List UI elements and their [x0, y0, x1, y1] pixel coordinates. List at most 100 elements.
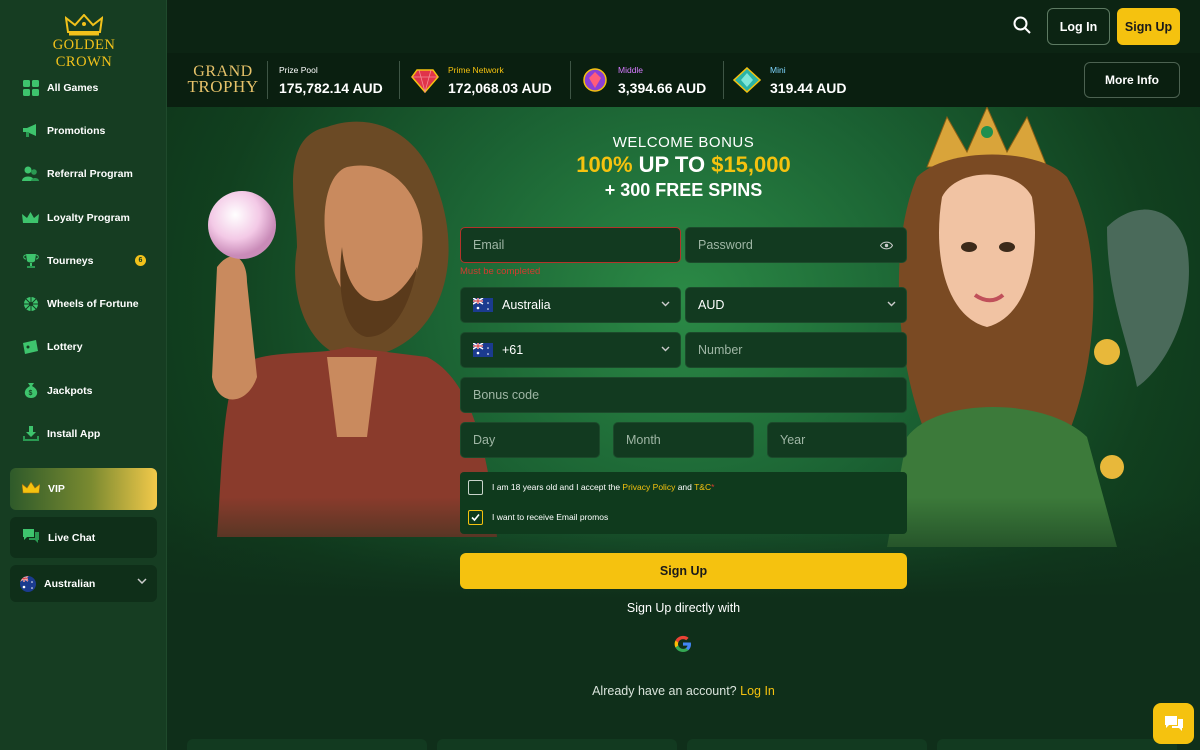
password-field[interactable]: Password [685, 227, 907, 263]
sidebar-item-label: Jackpots [47, 384, 93, 397]
sidebar-item-loyalty-program[interactable]: Loyalty Program [0, 196, 167, 239]
sidebar-item-jackpots[interactable]: $ Jackpots [0, 369, 167, 412]
chevron-down-icon [661, 346, 670, 352]
consent-box: I am 18 years old and I accept the Priva… [460, 472, 907, 534]
purple-gem-icon [583, 68, 607, 92]
jackpot-title: Prize Pool [279, 65, 318, 75]
jackpot-title: Prime Network [448, 65, 504, 75]
month-placeholder: Month [626, 433, 661, 447]
australia-flag-icon [473, 343, 493, 357]
birth-year-field[interactable]: Year [767, 422, 907, 458]
chat-icon [1164, 715, 1183, 731]
chevron-down-icon [887, 301, 896, 307]
sidebar-item-tourneys[interactable]: Tourneys 6 [0, 239, 167, 282]
tc-link[interactable]: T&C [694, 482, 711, 492]
welcome-bonus-amount: 100% UP TO $15,000 [167, 152, 1200, 178]
live-chat-button[interactable]: Live Chat [10, 517, 157, 558]
teal-gem-icon [733, 67, 761, 93]
phone-code-value: +61 [502, 343, 524, 357]
terms-prefix: I am 18 years old and I accept the [492, 482, 623, 492]
game-card[interactable] [937, 739, 1177, 750]
already-label: Already have an account? [592, 684, 737, 698]
promo-text: I want to receive Email promos [492, 512, 609, 522]
login-button[interactable]: Log In [1047, 8, 1110, 45]
sidebar-item-wheels-of-fortune[interactable]: Wheels of Fortune [0, 282, 167, 325]
birth-month-field[interactable]: Month [613, 422, 754, 458]
sidebar-item-referral-program[interactable]: Referral Program [0, 153, 167, 196]
bonus-code-field[interactable]: Bonus code [460, 377, 907, 413]
crown-logo-icon [65, 14, 103, 36]
country-value: Australia [502, 298, 551, 312]
birth-day-field[interactable]: Day [460, 422, 600, 458]
australia-flag-icon [473, 298, 493, 312]
support-chat-button[interactable] [1153, 703, 1194, 744]
wheel-icon [22, 296, 39, 313]
email-field[interactable]: Email [460, 227, 681, 263]
grand-trophy-line2: TROPHY [187, 77, 259, 96]
australia-flag-icon [20, 575, 36, 592]
jackpot-title: Mini [770, 65, 786, 75]
jackpot-title: Middle [618, 65, 644, 75]
sidebar-item-promotions[interactable]: Promotions [0, 109, 167, 152]
game-card[interactable] [437, 739, 677, 750]
sidebar-item-label: Promotions [47, 124, 106, 137]
login-link[interactable]: Log In [740, 684, 775, 698]
divider [399, 61, 400, 99]
submit-signup-button[interactable]: Sign Up [460, 553, 907, 589]
phone-number-field[interactable]: Number [685, 332, 907, 368]
terms-checkbox[interactable] [468, 480, 483, 495]
tourneys-count-badge: 6 [135, 255, 146, 267]
email-error-text: Must be completed [460, 266, 541, 277]
google-icon[interactable] [674, 635, 692, 653]
language-label: Australian [44, 577, 96, 590]
game-card[interactable] [187, 739, 427, 750]
promo-checkbox[interactable] [468, 510, 483, 525]
game-card[interactable] [687, 739, 927, 750]
year-placeholder: Year [780, 433, 806, 447]
live-chat-label: Live Chat [48, 531, 96, 544]
sidebar-item-label: Tourneys [47, 254, 94, 267]
currency-value: AUD [698, 298, 725, 312]
ticket-icon [22, 339, 39, 356]
jackpot-bar: GRAND TROPHY Prize Pool 175,782.14 AUD P… [167, 53, 1200, 107]
vip-button[interactable]: VIP [10, 468, 157, 510]
number-placeholder: Number [698, 343, 743, 357]
privacy-policy-link[interactable]: Privacy Policy [622, 482, 675, 492]
vip-label: VIP [48, 483, 65, 495]
hero-section: WELCOME BONUS 100% UP TO $15,000 + 300 F… [167, 107, 1200, 750]
users-icon [22, 166, 39, 183]
sidebar-item-all-games[interactable]: All Games [0, 66, 167, 109]
brand-logo[interactable]: GOLDEN CROWN [24, 14, 144, 71]
eye-icon[interactable] [880, 241, 893, 250]
free-spins-text: + 300 FREE SPINS [604, 180, 763, 200]
required-star: * [711, 482, 715, 492]
language-selector[interactable]: Australian [10, 565, 157, 602]
vip-crown-icon [21, 480, 41, 497]
sidebar-item-install-app[interactable]: Install App [0, 412, 167, 455]
chevron-down-icon [661, 301, 670, 307]
red-gem-icon [411, 69, 439, 93]
checkmark-icon [471, 513, 480, 522]
jackpot-value: 172,068.03 AUD [448, 80, 552, 96]
jackpot-value: 319.44 AUD [770, 80, 847, 96]
megaphone-icon [22, 122, 39, 139]
sidebar-item-lottery[interactable]: Lottery [0, 326, 167, 369]
jackpot-value: 3,394.66 AUD [618, 80, 707, 96]
signup-button[interactable]: Sign Up [1117, 8, 1180, 45]
sidebar-item-label: Install App [47, 428, 101, 441]
more-info-button[interactable]: More Info [1084, 62, 1180, 98]
bonus-max: $15,000 [711, 152, 791, 177]
trophy-icon [22, 252, 39, 269]
chevron-down-icon [137, 578, 147, 584]
divider [723, 61, 724, 99]
search-icon[interactable] [1013, 16, 1031, 34]
chat-bubble-icon [22, 528, 40, 547]
jackpot-value: 175,782.14 AUD [279, 80, 383, 96]
currency-select[interactable]: AUD [685, 287, 907, 323]
svg-text:$: $ [28, 390, 32, 397]
day-placeholder: Day [473, 433, 496, 447]
phone-code-select[interactable]: +61 [460, 332, 681, 368]
country-select[interactable]: Australia [460, 287, 681, 323]
password-placeholder: Password [698, 238, 753, 252]
download-icon [22, 426, 39, 443]
